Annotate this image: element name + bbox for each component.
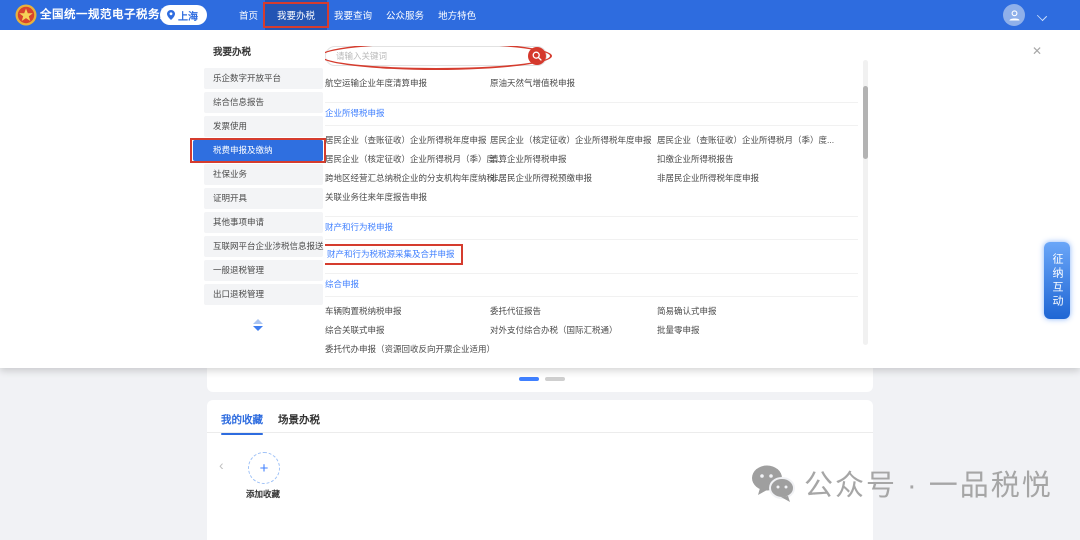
interaction-float-button[interactable]: 征纳互动 [1044,242,1070,319]
sidebar-title: 我要办税 [193,40,323,68]
avatar[interactable] [1003,4,1025,26]
nav-item-我要办税[interactable]: 我要办税 [265,0,327,30]
menu-section-title: 企业所得税申报 [325,103,858,126]
tabs-divider [207,432,873,433]
panel-scrollbar-track[interactable] [863,60,868,345]
menu-row: 居民企业（查账征收）企业所得税年度申报居民企业（核定征收）企业所得税年度申报居民… [325,130,858,149]
menu-item[interactable]: 车辆购置税纳税申报 [325,305,402,317]
menu-section: 财产和行为税申报财产和行为税税源采集及合并申报 [325,216,858,273]
menu-item[interactable]: 居民企业（核定征收）企业所得税月（季）度... [325,153,502,165]
add-favorite-button[interactable]: + [248,452,280,484]
sidebar-item[interactable]: 其他事项申请 [204,212,323,233]
annotation-nav-box [263,2,329,28]
add-favorite-label: 添加收藏 [233,488,293,500]
menu-search [325,46,547,66]
menu-row: 航空运输企业年度清算申报 原油天然气增值税申报 [325,73,858,92]
menu-item[interactable]: 综合关联式申报 [325,324,385,336]
menu-sidebar: 我要办税 乐企数字开放平台综合信息报告发票使用税费申报及缴纳社保业务证明开具其他… [193,40,323,331]
carousel-dot[interactable] [519,377,539,381]
nav-item-我要查询[interactable]: 我要查询 [327,0,379,30]
annotation-sidebar-box [190,138,326,163]
location-pin-icon [167,10,175,20]
carousel-dots [519,377,565,381]
menu-row: 财产和行为税税源采集及合并申报 [325,244,858,263]
menu-item[interactable]: 居民企业（查账征收）企业所得税月（季）度... [657,134,834,146]
menu-row: 委托代办申报（资源回收反向开票企业适用） [325,339,858,358]
menu-item[interactable]: 跨地区经营汇总纳税企业的分支机构年度纳税... [325,172,502,184]
menu-item[interactable]: 委托代征报告 [490,305,541,317]
location-selector[interactable]: 上海 [160,5,207,25]
sidebar-item[interactable]: 税费申报及缴纳 [193,140,323,161]
menu-item[interactable]: 居民企业（核定征收）企业所得税年度申报 [490,134,652,146]
menu-item[interactable]: 扣缴企业所得税报告 [657,153,734,165]
search-input[interactable] [325,46,547,66]
sidebar-item[interactable]: 出口退税管理 [204,284,323,305]
menu-row: 综合关联式申报 对外支付综合办税（国际汇税通） 批量零申报 [325,320,858,339]
main-nav: 首页我要办税我要查询公众服务地方特色 [232,0,483,30]
menu-item[interactable]: 居民企业（查账征收）企业所得税年度申报 [325,134,487,146]
sidebar-item[interactable]: 证明开具 [204,188,323,209]
search-icon [532,51,542,61]
search-button[interactable] [528,47,546,65]
panel-scrollbar-thumb[interactable] [863,86,868,159]
sidebar-scroll-arrows[interactable] [193,319,323,331]
menu-section-title: 综合申报 [325,274,858,297]
favorites-card: 我的收藏场景办税 ‹ + 添加收藏 [207,400,873,540]
top-header: 全国统一规范电子税务局 上海 首页我要办税我要查询公众服务地方特色 [0,0,1080,30]
menu-item[interactable]: 航空运输企业年度清算申报 [325,77,427,89]
mega-menu-panel: ✕ 我要办税 乐企数字开放平台综合信息报告发票使用税费申报及缴纳社保业务证明开具… [0,30,1080,368]
user-icon [1008,9,1021,22]
carousel-dot[interactable] [545,377,565,381]
account-chevron-down-icon[interactable] [1037,11,1047,21]
sidebar-item[interactable]: 社保业务 [204,164,323,185]
menu-section: 企业所得税申报居民企业（查账征收）企业所得税年度申报居民企业（核定征收）企业所得… [325,102,858,216]
menu-item[interactable]: 关联业务往来年度报告申报 [325,191,427,203]
menu-item[interactable]: 非居民企业所得税预缴申报 [490,172,592,184]
menu-item[interactable]: 清算企业所得税申报 [490,153,567,165]
menu-item[interactable]: 委托代办申报（资源回收反向开票企业适用） [325,343,495,355]
site-title: 全国统一规范电子税务局 [40,0,172,30]
menu-row: 关联业务往来年度报告申报 [325,187,858,206]
menu-item[interactable]: 对外支付综合办税（国际汇税通） [490,324,618,336]
location-label: 上海 [178,8,198,23]
scroll-up-icon[interactable] [253,319,263,324]
menu-row: 车辆购置税纳税申报 委托代征报告 简易确认式申报 [325,301,858,320]
sidebar-item[interactable]: 综合信息报告 [204,92,323,113]
menu-row: 跨地区经营汇总纳税企业的分支机构年度纳税...非居民企业所得税预缴申报 非居民企业… [325,168,858,187]
nav-item-首页[interactable]: 首页 [232,0,265,30]
sidebar-item[interactable]: 乐企数字开放平台 [204,68,323,89]
sidebar-item[interactable]: 互联网平台企业涉税信息报送 [204,236,323,257]
menu-item[interactable]: 财产和行为税税源采集及合并申报 [325,244,463,265]
menu-section: 航空运输企业年度清算申报 原油天然气增值税申报 [325,73,858,102]
carousel-prev-icon[interactable]: ‹ [219,458,224,472]
tax-bureau-emblem-icon [15,4,37,26]
sidebar-item[interactable]: 发票使用 [204,116,323,137]
menu-item[interactable]: 非居民企业所得税年度申报 [657,172,759,184]
scroll-down-icon[interactable] [253,326,263,331]
sidebar-list: 乐企数字开放平台综合信息报告发票使用税费申报及缴纳社保业务证明开具其他事项申请互… [193,68,323,305]
menu-section-title: 财产和行为税申报 [325,217,858,240]
menu-section: 综合申报车辆购置税纳税申报 委托代征报告 简易确认式申报综合关联式申报 对外支付综合办… [325,273,858,368]
menu-item[interactable]: 批量零申报 [657,324,700,336]
sidebar-item[interactable]: 一般退税管理 [204,260,323,281]
menu-item[interactable]: 原油天然气增值税申报 [490,77,575,89]
menu-row: 居民企业（核定征收）企业所得税月（季）度...清算企业所得税申报 扣缴企业所得税报… [325,149,858,168]
menu-content: 航空运输企业年度清算申报 原油天然气增值税申报企业所得税申报居民企业（查账征收）企… [325,46,858,368]
menu-item[interactable]: 简易确认式申报 [657,305,717,317]
close-icon[interactable]: ✕ [1028,42,1046,60]
nav-item-地方特色[interactable]: 地方特色 [431,0,483,30]
nav-item-公众服务[interactable]: 公众服务 [379,0,431,30]
menu-section-list: 航空运输企业年度清算申报 原油天然气增值税申报企业所得税申报居民企业（查账征收）企… [325,73,858,368]
